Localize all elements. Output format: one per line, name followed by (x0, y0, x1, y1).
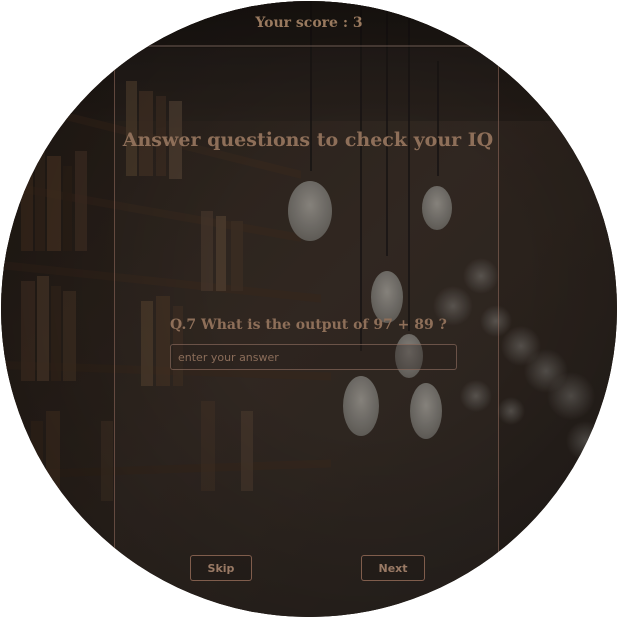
next-button[interactable]: Next (361, 555, 425, 581)
question-text: Q.7 What is the output of 97 + 89 ? (170, 317, 447, 333)
score-display: Your score : 3 (255, 15, 363, 31)
skip-button[interactable]: Skip (190, 555, 252, 581)
answer-input[interactable] (170, 344, 457, 370)
score-divider (81, 45, 537, 47)
page-heading: Answer questions to check your IQ (122, 129, 494, 151)
page: Your score : 3 Answer questions to check… (0, 0, 618, 618)
quiz-circle: Your score : 3 Answer questions to check… (1, 1, 617, 617)
